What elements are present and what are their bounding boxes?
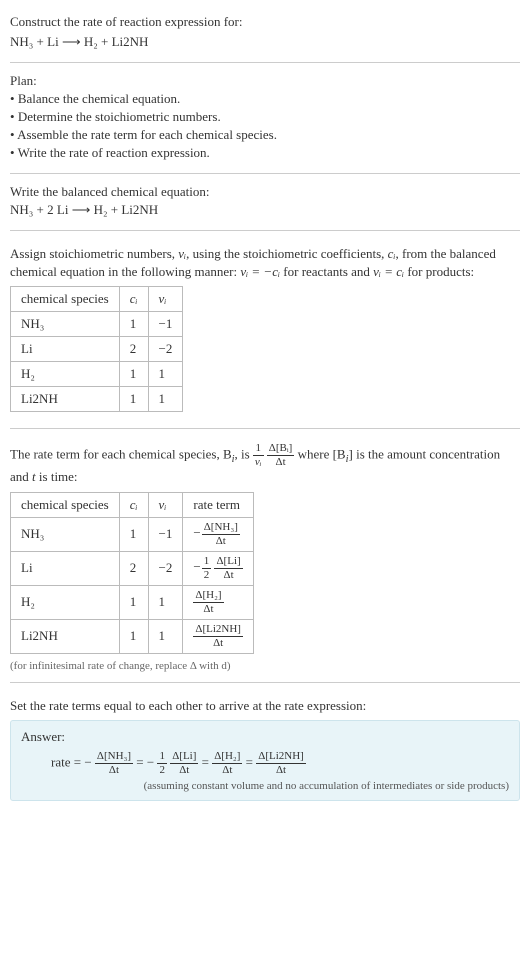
table-row: H₂ 1 1 [11,362,183,387]
cell-ci: 1 [119,585,148,619]
table-row: Li2NH 1 1 Δ[Li2NH]Δt [11,619,254,653]
table-header-row: chemical species cᵢ νᵢ rate term [11,492,254,517]
text: where [B [298,447,346,462]
stoich-intro: Assign stoichiometric numbers, νᵢ, using… [10,245,520,280]
rateterm-table: chemical species cᵢ νᵢ rate term NH₃ 1 −… [10,492,254,654]
col-nui: νᵢ [148,287,183,312]
text: = [246,755,257,770]
balanced-equation: NH₃ + 2 Li ⟶ H₂ + Li2NH [10,202,520,218]
table-row: NH₃ 1 −1 −Δ[NH₃]Δt [11,517,254,551]
text: rate = − [51,755,92,770]
relation-reactants: νᵢ = −cᵢ [240,264,280,279]
fraction: Δ[NH₃]Δt [95,751,133,776]
text: for reactants and [280,264,373,279]
col-ci: cᵢ [119,287,148,312]
col-species: chemical species [11,492,120,517]
cell-nui: −2 [148,551,183,585]
answer-label: Answer: [21,729,509,745]
table-header-row: chemical species cᵢ νᵢ [11,287,183,312]
cell-rate: −Δ[NH₃]Δt [183,517,254,551]
fraction: Δ[H₂]Δt [212,751,242,776]
fraction: 12 [157,751,167,776]
plan-label: Plan: [10,73,520,89]
table-row: H₂ 1 1 Δ[H₂]Δt [11,585,254,619]
table-row: Li2NH 1 1 [11,387,183,412]
cell-species: H₂ [11,585,120,619]
cell-species: NH₃ [11,517,120,551]
divider [10,682,520,683]
col-species: chemical species [11,287,120,312]
cell-species: NH₃ [11,312,120,337]
nu-i: νᵢ [178,246,186,261]
cell-nui: −2 [148,337,183,362]
unbalanced-equation: NH₃ + Li ⟶ H₂ + Li2NH [10,34,520,50]
cell-ci: 1 [119,362,148,387]
fraction: Δ[Li2NH]Δt [256,751,306,776]
text: Assign stoichiometric numbers, [10,246,178,261]
text: , using the stoichiometric coefficients, [186,246,388,261]
final-section: Set the rate terms equal to each other t… [10,687,520,808]
cell-ci: 1 [119,619,148,653]
col-rate: rate term [183,492,254,517]
col-ci: cᵢ [119,492,148,517]
answer-box: Answer: rate = − Δ[NH₃]Δt = − 12 Δ[Li]Δt… [10,720,520,801]
table-row: NH₃ 1 −1 [11,312,183,337]
cell-nui: −1 [148,312,183,337]
cell-ci: 1 [119,517,148,551]
text: = [202,755,213,770]
text: = − [136,755,154,770]
cell-species: H₂ [11,362,120,387]
cell-ci: 1 [119,312,148,337]
plan-item: Write the rate of reaction expression. [10,145,520,161]
header-section: Construct the rate of reaction expressio… [10,8,520,58]
answer-note: (assuming constant volume and no accumul… [21,780,509,792]
cell-species: Li [11,337,120,362]
cell-species: Li2NH [11,387,120,412]
balanced-label: Write the balanced chemical equation: [10,184,520,200]
fraction: Δ[Li]Δt [170,751,198,776]
table-row: Li 2 −2 [11,337,183,362]
plan-section: Plan: Balance the chemical equation. Det… [10,67,520,169]
final-intro: Set the rate terms equal to each other t… [10,697,520,715]
cell-nui: −1 [148,517,183,551]
plan-list: Balance the chemical equation. Determine… [10,91,520,161]
delta-note: (for infinitesimal rate of change, repla… [10,660,520,672]
cell-species: Li2NH [11,619,120,653]
plan-item: Assemble the rate term for each chemical… [10,127,520,143]
balanced-section: Write the balanced chemical equation: NH… [10,178,520,226]
cell-ci: 1 [119,387,148,412]
cell-nui: 1 [148,362,183,387]
plan-item: Balance the chemical equation. [10,91,520,107]
cell-species: Li [11,551,120,585]
table-row: Li 2 −2 −12 Δ[Li]Δt [11,551,254,585]
fraction: Δ[Bᵢ]Δt [267,443,295,468]
divider [10,428,520,429]
divider [10,62,520,63]
stoich-table: chemical species cᵢ νᵢ NH₃ 1 −1 Li 2 −2 … [10,286,183,412]
text: is time: [36,469,78,484]
cell-rate: Δ[H₂]Δt [183,585,254,619]
text: The rate term for each chemical species,… [10,447,232,462]
rate-expression: rate = − Δ[NH₃]Δt = − 12 Δ[Li]Δt = Δ[H₂]… [51,751,509,776]
text: for products: [404,264,474,279]
cell-ci: 2 [119,551,148,585]
rateterm-section: The rate term for each chemical species,… [10,433,520,678]
divider [10,173,520,174]
cell-nui: 1 [148,619,183,653]
fraction: 1νᵢ [253,443,264,468]
cell-rate: Δ[Li2NH]Δt [183,619,254,653]
divider [10,230,520,231]
cell-nui: 1 [148,387,183,412]
text: , is [235,447,253,462]
relation-products: νᵢ = cᵢ [373,264,404,279]
stoich-section: Assign stoichiometric numbers, νᵢ, using… [10,235,520,424]
rateterm-intro: The rate term for each chemical species,… [10,443,520,486]
col-nui: νᵢ [148,492,183,517]
cell-ci: 2 [119,337,148,362]
cell-nui: 1 [148,585,183,619]
prompt-text: Construct the rate of reaction expressio… [10,14,520,30]
cell-rate: −12 Δ[Li]Δt [183,551,254,585]
c-i: cᵢ [388,246,396,261]
plan-item: Determine the stoichiometric numbers. [10,109,520,125]
